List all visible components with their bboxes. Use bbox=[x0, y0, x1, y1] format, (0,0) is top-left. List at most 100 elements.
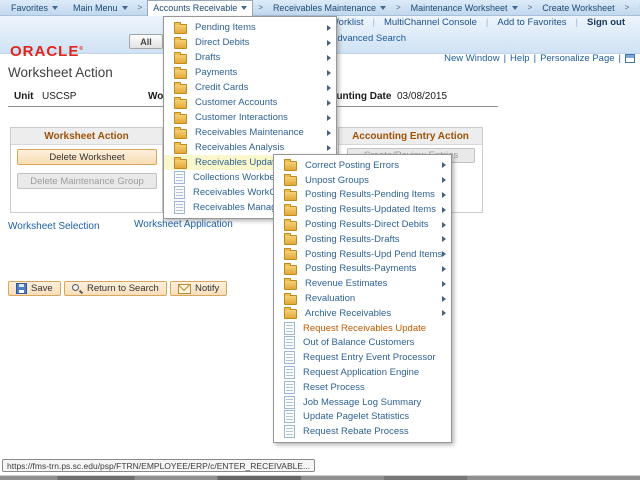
breadcrumb-main-menu[interactable]: Main Menu bbox=[68, 0, 133, 16]
menu-item-job-message-log-summary[interactable]: Job Message Log Summary bbox=[274, 395, 451, 410]
menu-item-revenue-estimates[interactable]: Revenue Estimates bbox=[274, 276, 451, 291]
menu-item-update-pagelet-statistics[interactable]: Update Pagelet Statistics bbox=[274, 410, 451, 425]
menu-item-archive-receivables[interactable]: Archive Receivables bbox=[274, 306, 451, 321]
menu-item-request-entry-event-processor[interactable]: Request Entry Event Processor bbox=[274, 350, 451, 365]
worksheet-selection-link[interactable]: Worksheet Selection bbox=[8, 221, 100, 232]
menu-item-drafts[interactable]: Drafts bbox=[164, 50, 336, 65]
accounting-entry-action-groupbox-title: Accounting Entry Action bbox=[339, 128, 482, 145]
page-icon bbox=[284, 410, 295, 423]
notify-button[interactable]: Notify bbox=[170, 281, 227, 296]
breadcrumb-separator: > bbox=[258, 3, 263, 12]
menu-item-label: Customer Accounts bbox=[195, 97, 277, 108]
menu-item-reset-process[interactable]: Reset Process bbox=[274, 380, 451, 395]
personalize-layout-icon[interactable] bbox=[625, 54, 635, 63]
personalize-page-link[interactable]: Personalize Page bbox=[540, 53, 614, 64]
worksheet-application-link[interactable]: Worksheet Application bbox=[134, 219, 233, 230]
folder-icon bbox=[284, 206, 297, 216]
help-link[interactable]: Help bbox=[510, 53, 530, 64]
menu-item-customer-interactions[interactable]: Customer Interactions bbox=[164, 110, 336, 125]
menu-item-posting-results-payments[interactable]: Posting Results-Payments bbox=[274, 262, 451, 277]
folder-icon bbox=[284, 176, 297, 186]
folder-icon bbox=[174, 129, 187, 139]
save-button-label: Save bbox=[31, 283, 53, 294]
breadcrumb-accounts-receivable[interactable]: Accounts Receivable bbox=[147, 0, 253, 16]
menu-item-label: Update Pagelet Statistics bbox=[303, 411, 409, 422]
menu-item-direct-debits[interactable]: Direct Debits bbox=[164, 35, 336, 50]
folder-icon bbox=[174, 144, 187, 154]
menu-item-label: Direct Debits bbox=[195, 37, 249, 48]
submenu-arrow-icon bbox=[442, 192, 446, 198]
breadcrumb-receivables-maintenance[interactable]: Receivables Maintenance bbox=[268, 0, 391, 16]
menu-item-payments[interactable]: Payments bbox=[164, 65, 336, 80]
advanced-search-link[interactable]: Advanced Search bbox=[331, 33, 406, 44]
menu-item-label: Customer Interactions bbox=[195, 112, 288, 123]
folder-icon bbox=[284, 295, 297, 305]
breadcrumb: Favorites Main Menu > Accounts Receivabl… bbox=[0, 0, 640, 16]
submenu-arrow-icon bbox=[442, 162, 446, 168]
breadcrumb-maintenance-worksheet[interactable]: Maintenance Worksheet bbox=[406, 0, 523, 16]
search-scope-button[interactable]: All bbox=[129, 34, 163, 49]
return-to-search-button[interactable]: Return to Search bbox=[64, 281, 167, 296]
menu-item-label: Unpost Groups bbox=[305, 175, 369, 186]
page-icon bbox=[284, 396, 295, 409]
chevron-down-icon bbox=[380, 6, 386, 10]
oracle-logo: ORACLE® bbox=[10, 43, 83, 60]
submenu-arrow-icon bbox=[442, 281, 446, 287]
unit-label: Unit bbox=[14, 91, 33, 102]
menu-item-label: Posting Results-Updated Items bbox=[305, 204, 436, 215]
page-icon bbox=[174, 201, 185, 214]
folder-icon bbox=[284, 265, 297, 275]
breadcrumb-separator: > bbox=[138, 3, 143, 12]
menu-item-label: Receivables Analysis bbox=[195, 142, 284, 153]
folder-icon bbox=[174, 54, 187, 64]
menu-item-posting-results-direct-debits[interactable]: Posting Results-Direct Debits bbox=[274, 217, 451, 232]
breadcrumb-update-worksheet[interactable]: Update Worksheet bbox=[634, 0, 640, 16]
menu-item-correct-posting-errors[interactable]: Correct Posting Errors bbox=[274, 158, 451, 173]
save-button[interactable]: Save bbox=[8, 281, 61, 296]
menu-item-label: Posting Results-Upd Pend Items bbox=[305, 249, 442, 260]
breadcrumb-create-worksheet[interactable]: Create Worksheet bbox=[537, 0, 619, 16]
breadcrumb-favorites[interactable]: Favorites bbox=[6, 0, 63, 16]
menu-item-posting-results-upd-pend-items[interactable]: Posting Results-Upd Pend Items bbox=[274, 247, 451, 262]
folder-icon bbox=[174, 84, 187, 94]
menu-item-label: Receivables Maintenance bbox=[195, 127, 304, 138]
delete-worksheet-button[interactable]: Delete Worksheet bbox=[17, 149, 157, 165]
menu-item-posting-results-drafts[interactable]: Posting Results-Drafts bbox=[274, 232, 451, 247]
menu-item-request-receivables-update[interactable]: Request Receivables Update bbox=[274, 321, 451, 336]
menu-item-receivables-maintenance[interactable]: Receivables Maintenance bbox=[164, 125, 336, 140]
menu-item-customer-accounts[interactable]: Customer Accounts bbox=[164, 95, 336, 110]
search-icon bbox=[72, 283, 83, 294]
multichannel-console-link[interactable]: MultiChannel Console bbox=[375, 17, 486, 28]
menu-item-out-of-balance-customers[interactable]: Out of Balance Customers bbox=[274, 336, 451, 351]
menu-item-credit-cards[interactable]: Credit Cards bbox=[164, 80, 336, 95]
add-to-favorites-link[interactable]: Add to Favorites bbox=[488, 17, 575, 28]
submenu-arrow-icon bbox=[442, 310, 446, 316]
menu-item-request-rebate-process[interactable]: Request Rebate Process bbox=[274, 424, 451, 439]
folder-icon bbox=[284, 309, 297, 319]
envelope-icon bbox=[178, 284, 191, 294]
menu-item-label: Request Entry Event Processor bbox=[303, 352, 436, 363]
sign-out-link[interactable]: Sign out bbox=[578, 17, 634, 28]
menu-item-receivables-analysis[interactable]: Receivables Analysis bbox=[164, 140, 336, 155]
menu-item-posting-results-pending-items[interactable]: Posting Results-Pending Items bbox=[274, 188, 451, 203]
menu-item-label: Posting Results-Pending Items bbox=[305, 189, 435, 200]
folder-icon bbox=[174, 24, 187, 34]
menu-item-revaluation[interactable]: Revaluation bbox=[274, 291, 451, 306]
folder-icon bbox=[174, 99, 187, 109]
menu-item-label: Correct Posting Errors bbox=[305, 160, 399, 171]
menu-item-posting-results-updated-items[interactable]: Posting Results-Updated Items bbox=[274, 202, 451, 217]
menu-item-request-application-engine[interactable]: Request Application Engine bbox=[274, 365, 451, 380]
submenu-arrow-icon bbox=[442, 296, 446, 302]
breadcrumb-label: Favorites bbox=[11, 3, 48, 13]
page-icon bbox=[284, 322, 295, 335]
folder-icon bbox=[174, 114, 187, 124]
page-icon bbox=[284, 336, 295, 349]
menu-item-unpost-groups[interactable]: Unpost Groups bbox=[274, 173, 451, 188]
chevron-down-icon bbox=[52, 6, 58, 10]
peoplesoft-window: Favorites Main Menu > Accounts Receivabl… bbox=[0, 0, 640, 480]
new-window-link[interactable]: New Window bbox=[444, 53, 499, 64]
breadcrumb-label: Accounts Receivable bbox=[153, 3, 237, 13]
worksheet-action-groupbox: Worksheet Action Delete Worksheet Delete… bbox=[10, 127, 163, 213]
menu-item-pending-items[interactable]: Pending Items bbox=[164, 20, 336, 35]
submenu-arrow-icon bbox=[327, 130, 331, 136]
